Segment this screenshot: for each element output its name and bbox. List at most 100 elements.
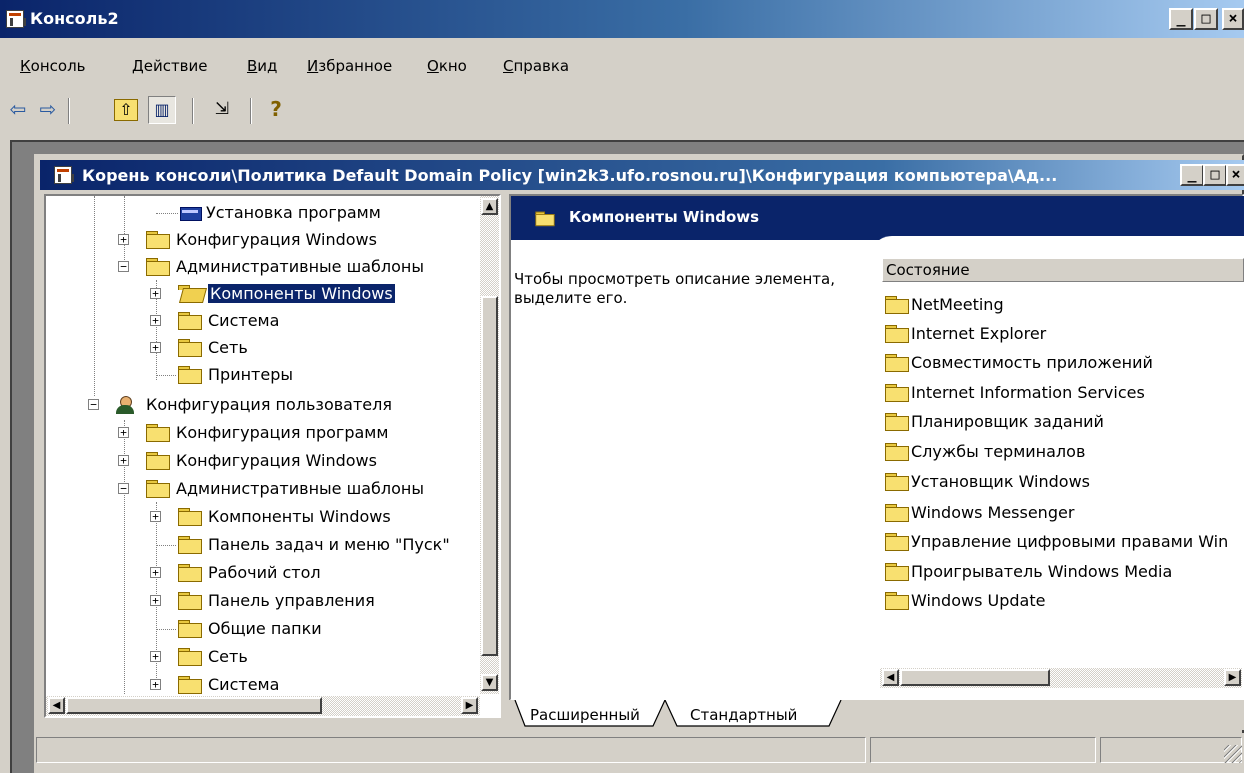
expand-icon[interactable]: + bbox=[150, 679, 161, 690]
details-header-title: Компоненты Windows bbox=[569, 208, 760, 226]
user-config-icon bbox=[114, 395, 136, 415]
folder-icon bbox=[178, 508, 202, 526]
mmc-app-icon[interactable] bbox=[6, 10, 26, 28]
folder-icon bbox=[885, 354, 909, 372]
expand-icon[interactable]: + bbox=[118, 455, 129, 466]
scroll-right-icon[interactable]: ▶ bbox=[461, 697, 478, 714]
menu-window[interactable]: Окно bbox=[427, 57, 467, 75]
forward-arrow-icon[interactable]: ⇨ bbox=[34, 96, 62, 124]
folder-open-icon bbox=[178, 285, 202, 302]
folder-icon bbox=[178, 366, 202, 384]
tree-connector bbox=[156, 375, 176, 376]
scroll-right-icon[interactable]: ▶ bbox=[1224, 669, 1241, 686]
folder-icon bbox=[885, 473, 909, 491]
scroll-up-icon[interactable]: ▲ bbox=[481, 198, 498, 215]
child-close-button[interactable]: × bbox=[1226, 164, 1244, 186]
tab-extended[interactable]: Расширенный bbox=[530, 706, 640, 724]
tree-connector bbox=[156, 545, 176, 546]
expand-icon[interactable]: + bbox=[118, 234, 129, 245]
folder-icon bbox=[885, 296, 909, 314]
scroll-left-icon[interactable]: ◀ bbox=[48, 697, 65, 714]
folder-icon bbox=[178, 592, 202, 610]
menu-console[interactable]: Консоль bbox=[20, 57, 86, 75]
expand-icon[interactable]: + bbox=[150, 315, 161, 326]
tree-vscroll-thumb[interactable] bbox=[481, 296, 498, 656]
toolbar: ⇦ ⇨ ⇧ ▥ ⇲ ? bbox=[0, 92, 1244, 128]
details-header: Компоненты Windows bbox=[511, 196, 1244, 240]
child-maximize-button[interactable]: □ bbox=[1203, 164, 1227, 186]
folder-icon bbox=[885, 413, 909, 431]
expand-icon[interactable]: + bbox=[150, 511, 161, 522]
folder-icon bbox=[885, 504, 909, 522]
folder-icon bbox=[535, 211, 555, 227]
scroll-left-icon[interactable]: ◀ bbox=[882, 669, 899, 686]
folder-icon bbox=[146, 258, 170, 276]
details-hscroll-thumb[interactable] bbox=[900, 669, 1050, 686]
menu-action[interactable]: Действие bbox=[132, 57, 208, 75]
child-window-title: Корень консоли\Политика Default Domain P… bbox=[82, 166, 1058, 185]
back-arrow-icon[interactable]: ⇦ bbox=[4, 96, 32, 124]
collapse-icon[interactable]: − bbox=[118, 261, 129, 272]
folder-icon bbox=[885, 443, 909, 461]
folder-icon bbox=[178, 648, 202, 666]
tree-connector bbox=[156, 629, 176, 630]
folder-icon bbox=[885, 384, 909, 402]
folder-icon bbox=[178, 620, 202, 638]
menu-view[interactable]: Вид bbox=[247, 57, 277, 75]
export-list-icon[interactable]: ⇲ bbox=[208, 96, 236, 124]
child-app-icon[interactable] bbox=[54, 166, 74, 184]
menu-help[interactable]: Справка bbox=[503, 57, 569, 75]
close-button[interactable]: × bbox=[1222, 8, 1244, 30]
child-minimize-button[interactable]: _ bbox=[1180, 164, 1204, 186]
folder-icon bbox=[885, 592, 909, 610]
package-icon bbox=[180, 204, 202, 221]
resize-grip-icon[interactable] bbox=[1224, 745, 1242, 763]
outer-title-bar[interactable]: Консоль2 _ □ × bbox=[0, 0, 1244, 38]
folder-icon bbox=[146, 424, 170, 442]
collapse-icon[interactable]: − bbox=[88, 399, 99, 410]
folder-icon bbox=[146, 452, 170, 470]
scroll-down-icon[interactable]: ▼ bbox=[481, 674, 498, 691]
tree-connector bbox=[124, 196, 125, 266]
expand-icon[interactable]: + bbox=[150, 595, 161, 606]
toolbar-separator bbox=[250, 98, 252, 124]
tab-standard[interactable]: Стандартный bbox=[690, 706, 797, 724]
folder-icon bbox=[178, 564, 202, 582]
folder-icon bbox=[146, 480, 170, 498]
expand-icon[interactable]: + bbox=[150, 651, 161, 662]
column-header-status[interactable]: Состояние bbox=[882, 258, 1244, 282]
header-curve bbox=[870, 236, 1244, 258]
status-bar bbox=[34, 733, 1244, 773]
window-title: Консоль2 bbox=[30, 9, 119, 28]
status-panel-main bbox=[36, 737, 866, 763]
maximize-button[interactable]: □ bbox=[1194, 8, 1218, 30]
expand-icon[interactable]: + bbox=[118, 427, 129, 438]
folder-icon bbox=[885, 325, 909, 343]
collapse-icon[interactable]: − bbox=[118, 483, 129, 494]
folder-icon bbox=[146, 231, 170, 249]
status-panel-3 bbox=[1100, 737, 1242, 763]
details-description: Чтобы просмотреть описание элемента, выд… bbox=[514, 270, 835, 307]
console-tree[interactable]: Установка программ + Конфигурация Window… bbox=[44, 194, 501, 718]
tree-hscroll-thumb[interactable] bbox=[66, 697, 322, 714]
help-icon[interactable]: ? bbox=[262, 96, 290, 124]
folder-icon bbox=[178, 536, 202, 554]
minimize-button[interactable]: _ bbox=[1169, 8, 1193, 30]
toolbar-separator bbox=[192, 98, 194, 124]
child-title-bar[interactable]: Корень консоли\Политика Default Domain P… bbox=[40, 160, 1244, 190]
folder-icon bbox=[885, 563, 909, 581]
folder-icon bbox=[178, 339, 202, 357]
expand-icon[interactable]: + bbox=[150, 342, 161, 353]
expand-icon[interactable]: + bbox=[150, 567, 161, 578]
up-one-level-icon[interactable]: ⇧ bbox=[114, 99, 138, 121]
folder-icon bbox=[178, 312, 202, 330]
folder-icon bbox=[885, 533, 909, 551]
menu-favorites[interactable]: Избранное bbox=[307, 57, 392, 75]
tree-connector bbox=[94, 196, 95, 396]
tree-connector bbox=[156, 213, 178, 214]
folder-icon bbox=[178, 676, 202, 694]
expand-icon[interactable]: + bbox=[150, 288, 161, 299]
menu-bar: Консоль Действие Вид Избранное Окно Спра… bbox=[0, 52, 1244, 78]
toolbar-separator bbox=[68, 98, 70, 124]
show-hide-tree-icon[interactable]: ▥ bbox=[148, 96, 176, 124]
